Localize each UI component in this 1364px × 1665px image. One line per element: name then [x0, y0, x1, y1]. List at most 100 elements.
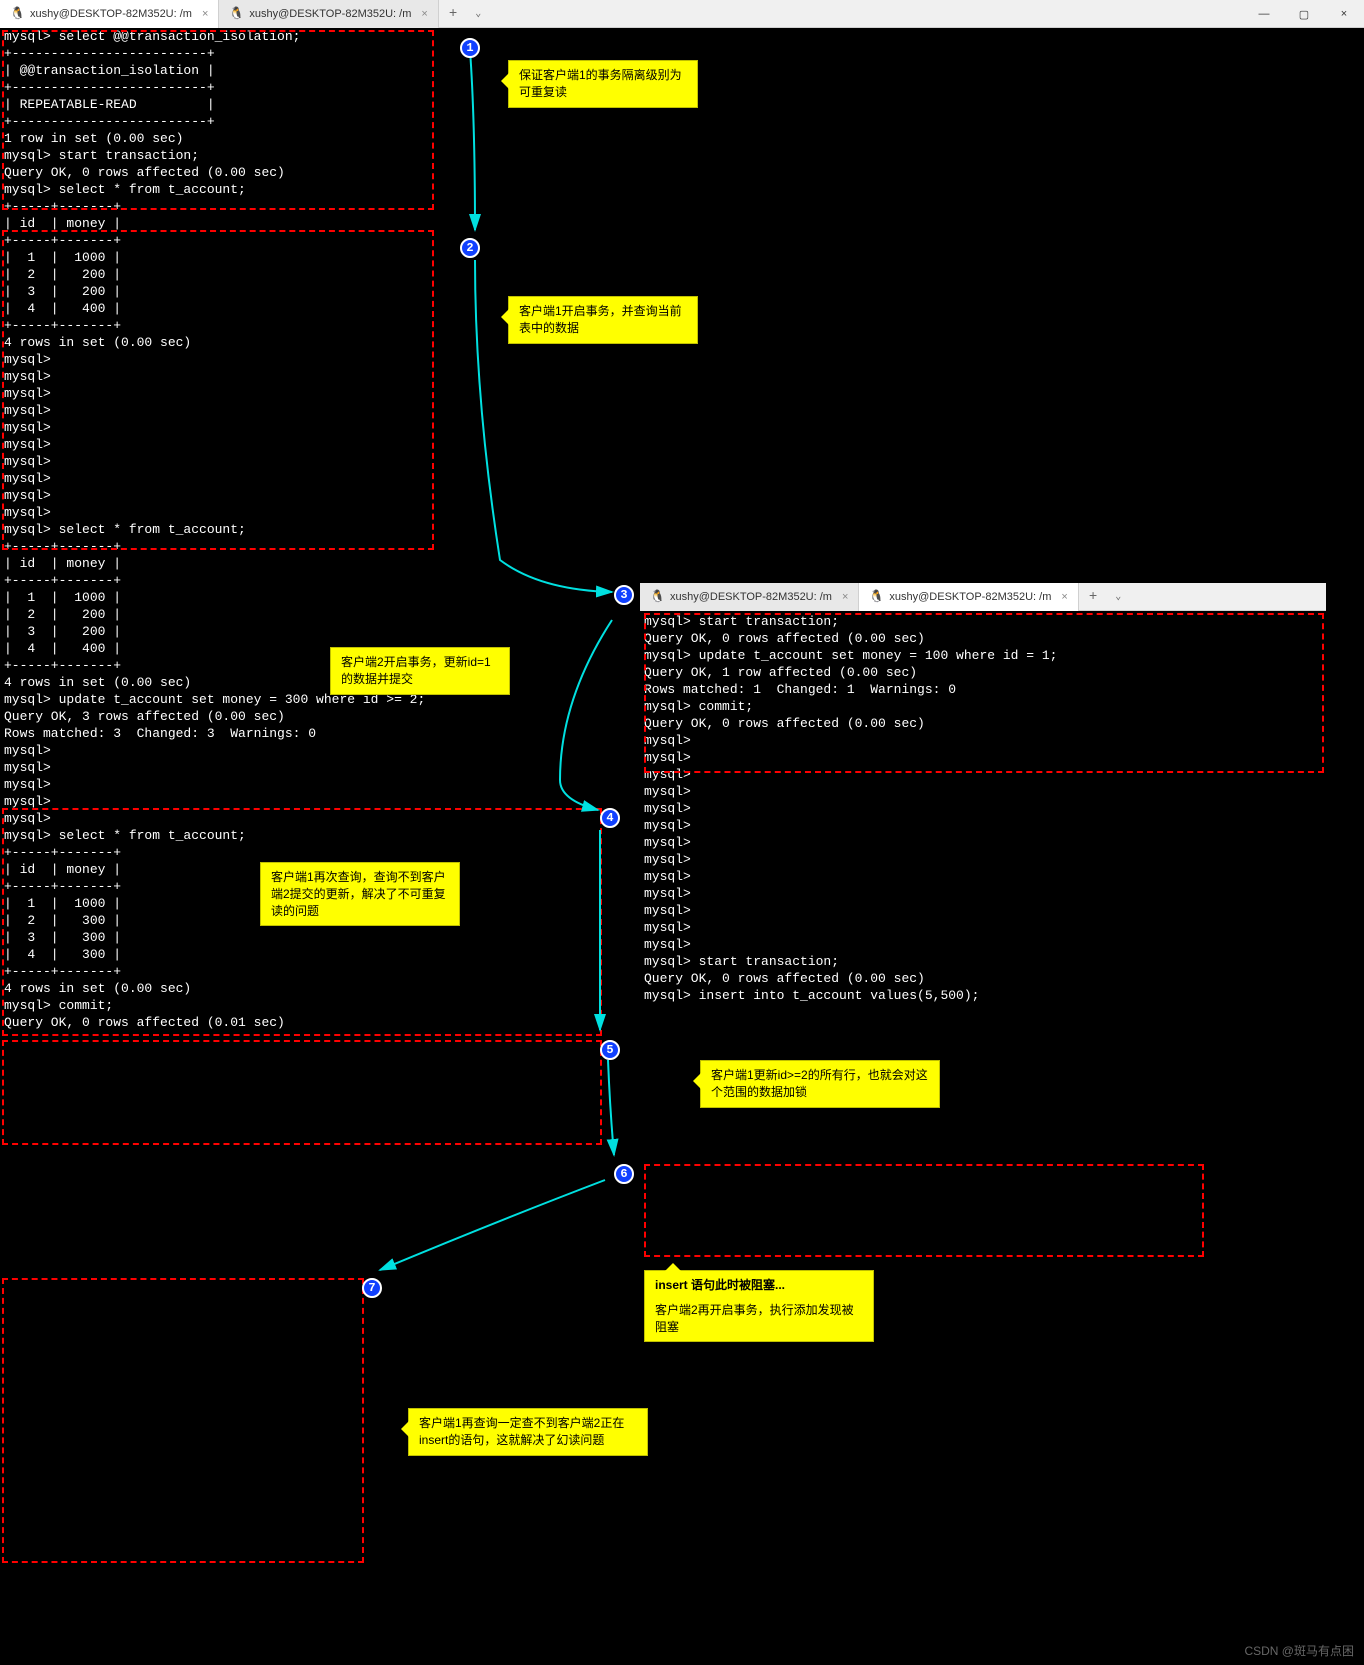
terminal-line: mysql> update t_account set money = 100 …: [640, 647, 1326, 664]
note-text: 客户端1更新id>=2的所有行，也就会对这个范围的数据加锁: [711, 1068, 928, 1099]
terminal-line: mysql> insert into t_account values(5,50…: [640, 987, 1326, 1004]
terminal-line: mysql>: [0, 419, 1364, 436]
terminal-line: Rows matched: 1 Changed: 1 Warnings: 0: [640, 681, 1326, 698]
note-text: 客户端1再查询一定查不到客户端2正在insert的语句，这就解决了幻读问题: [419, 1416, 624, 1447]
tab-1[interactable]: xushy@DESKTOP-82M352U: /m ×: [640, 583, 859, 611]
terminal-line: Query OK, 0 rows affected (0.00 sec): [640, 715, 1326, 732]
terminal-line: mysql>: [0, 453, 1364, 470]
step-badge: 7: [362, 1278, 382, 1298]
annotation-note: 客户端1开启事务，并查询当前表中的数据: [508, 296, 698, 344]
note-text: insert 语句此时被阻塞...: [655, 1277, 863, 1294]
terminal-line: Query OK, 0 rows affected (0.00 sec): [640, 970, 1326, 987]
terminal-line: | 1 | 1000 |: [0, 249, 1364, 266]
terminal-line: mysql>: [0, 487, 1364, 504]
window1-titlebar: xushy@DESKTOP-82M352U: /m × xushy@DESKTO…: [0, 0, 1364, 28]
terminal-line: Query OK, 1 row affected (0.00 sec): [640, 664, 1326, 681]
terminal-line: +-----+-------+: [0, 232, 1364, 249]
tab-2-label: xushy@DESKTOP-82M352U: /m: [889, 591, 1051, 603]
terminal-line: mysql>: [640, 800, 1326, 817]
annotation-note: 客户端2开启事务，更新id=1的数据并提交: [330, 647, 510, 695]
terminal-line: mysql>: [0, 351, 1364, 368]
window2-titlebar: xushy@DESKTOP-82M352U: /m × xushy@DESKTO…: [640, 583, 1326, 611]
terminal-line: mysql>: [640, 885, 1326, 902]
terminal-line: mysql> commit;: [640, 698, 1326, 715]
terminal-line: mysql>: [0, 402, 1364, 419]
note-text: 客户端2再开启事务，执行添加发现被阻塞: [655, 1302, 863, 1336]
terminal-line: mysql>: [640, 817, 1326, 834]
terminal-line: +-------------------------+: [0, 113, 1364, 130]
tux-icon: [229, 7, 243, 21]
terminal-line: +-----+-------+: [0, 538, 1364, 555]
new-tab-button[interactable]: +: [1079, 589, 1107, 605]
step-badge: 5: [600, 1040, 620, 1060]
watermark: CSDN @斑马有点困: [1244, 1642, 1354, 1659]
tab-2-label: xushy@DESKTOP-82M352U: /m: [249, 8, 411, 20]
terminal-line: | id | money |: [0, 555, 1364, 572]
terminal-line: mysql> select * from t_account;: [0, 181, 1364, 198]
note-text: 客户端1开启事务，并查询当前表中的数据: [519, 304, 682, 335]
terminal-line: mysql>: [640, 936, 1326, 953]
tab-2[interactable]: xushy@DESKTOP-82M352U: /m ×: [219, 0, 438, 28]
annotation-note: 保证客户端1的事务隔离级别为可重复读: [508, 60, 698, 108]
terminal-line: mysql>: [640, 919, 1326, 936]
tux-icon: [650, 590, 664, 604]
tab-2[interactable]: xushy@DESKTOP-82M352U: /m ×: [859, 583, 1078, 611]
terminal-line: mysql> start transaction;: [640, 613, 1326, 630]
terminal-line: mysql>: [640, 783, 1326, 800]
close-button[interactable]: ×: [1324, 0, 1364, 28]
close-icon[interactable]: ×: [842, 591, 848, 603]
tux-icon: [10, 7, 24, 21]
step-badge: 2: [460, 238, 480, 258]
terminal-line: mysql>: [0, 436, 1364, 453]
step-badge: 1: [460, 38, 480, 58]
terminal-line: | id | money |: [0, 215, 1364, 232]
step-badge: 4: [600, 808, 620, 828]
terminal-line: +-----+-------+: [0, 198, 1364, 215]
terminal-line: 1 row in set (0.00 sec): [0, 130, 1364, 147]
terminal-line: mysql>: [640, 732, 1326, 749]
step-badge: 6: [614, 1164, 634, 1184]
tux-icon: [869, 590, 883, 604]
highlight-box: [2, 1040, 602, 1145]
terminal-line: mysql> select @@transaction_isolation;: [0, 28, 1364, 45]
terminal-line: | 2 | 200 |: [0, 266, 1364, 283]
terminal-line: mysql>: [640, 868, 1326, 885]
terminal-line: Query OK, 0 rows affected (0.01 sec): [0, 1014, 1364, 1031]
annotation-note: 客户端1再查询一定查不到客户端2正在insert的语句，这就解决了幻读问题: [408, 1408, 648, 1456]
close-icon[interactable]: ×: [202, 8, 208, 20]
terminal-2[interactable]: xushy@DESKTOP-82M352U: /m × xushy@DESKTO…: [640, 583, 1326, 1004]
terminal-line: mysql>: [640, 749, 1326, 766]
highlight-box: [644, 1164, 1204, 1257]
terminal-line: mysql> start transaction;: [640, 953, 1326, 970]
terminal-line: mysql>: [640, 766, 1326, 783]
terminal-line: Query OK, 0 rows affected (0.00 sec): [0, 164, 1364, 181]
terminal-line: mysql> start transaction;: [0, 147, 1364, 164]
chevron-down-icon[interactable]: ⌄: [467, 8, 489, 20]
terminal-line: mysql>: [640, 902, 1326, 919]
annotation-note: 客户端1再次查询，查询不到客户端2提交的更新，解决了不可重复读的问题: [260, 862, 460, 926]
terminal-line: Query OK, 0 rows affected (0.00 sec): [640, 630, 1326, 647]
note-text: 客户端1再次查询，查询不到客户端2提交的更新，解决了不可重复读的问题: [271, 870, 446, 918]
maximize-button[interactable]: ▢: [1284, 0, 1324, 28]
terminal-line: mysql>: [0, 368, 1364, 385]
close-icon[interactable]: ×: [421, 8, 427, 20]
step-badge: 3: [614, 585, 634, 605]
minimize-button[interactable]: —: [1244, 0, 1284, 28]
close-icon[interactable]: ×: [1061, 591, 1067, 603]
annotation-note: 客户端1更新id>=2的所有行，也就会对这个范围的数据加锁: [700, 1060, 940, 1108]
note-text: 客户端2开启事务，更新id=1的数据并提交: [341, 655, 491, 686]
tab-1[interactable]: xushy@DESKTOP-82M352U: /m ×: [0, 0, 219, 28]
annotation-note: insert 语句此时被阻塞... 客户端2再开启事务，执行添加发现被阻塞: [644, 1270, 874, 1342]
chevron-down-icon[interactable]: ⌄: [1107, 591, 1129, 603]
tab-1-label: xushy@DESKTOP-82M352U: /m: [30, 8, 192, 20]
terminal-line: mysql> select * from t_account;: [0, 521, 1364, 538]
terminal-line: mysql>: [0, 470, 1364, 487]
terminal-line: mysql>: [0, 385, 1364, 402]
tab-1-label: xushy@DESKTOP-82M352U: /m: [670, 591, 832, 603]
new-tab-button[interactable]: +: [439, 6, 467, 22]
terminal-line: mysql>: [0, 504, 1364, 521]
terminal-line: mysql>: [640, 851, 1326, 868]
note-text: 保证客户端1的事务隔离级别为可重复读: [519, 68, 682, 99]
highlight-box: [2, 1278, 364, 1563]
terminal-line: mysql>: [640, 834, 1326, 851]
